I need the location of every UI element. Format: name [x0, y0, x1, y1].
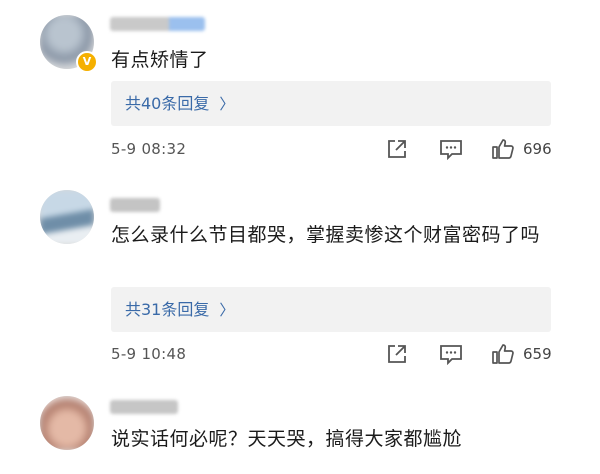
- chevron-right-icon: 〉: [219, 95, 235, 113]
- comment-item: 怎么录什么节目都哭，掌握卖惨这个财富密码了吗 共31条回复〉 5-9 10:48…: [0, 180, 600, 380]
- username[interactable]: [110, 400, 178, 414]
- comment-meta: 5-9 08:32 696: [111, 137, 552, 162]
- comment-text: 说实话何必呢？天天哭，搞得大家都尴尬: [111, 428, 463, 450]
- thumbs-up-icon[interactable]: [491, 342, 515, 366]
- like-count: 696: [523, 140, 552, 158]
- avatar[interactable]: [40, 396, 94, 450]
- comment-icon[interactable]: [439, 138, 463, 160]
- comment-text: 怎么录什么节目都哭，掌握卖惨这个财富密码了吗: [111, 224, 541, 246]
- username[interactable]: [110, 198, 160, 212]
- replies-label: 共31条回复: [125, 300, 210, 319]
- comment-text: 有点矫情了: [111, 49, 209, 71]
- avatar[interactable]: [40, 190, 94, 244]
- comment-meta: 5-9 10:48 659: [111, 342, 552, 367]
- username[interactable]: [110, 17, 205, 31]
- share-icon[interactable]: [386, 343, 408, 365]
- comment-item: V 有点矫情了 共40条回复〉 5-9 08:32 696: [0, 0, 600, 180]
- chevron-right-icon: 〉: [219, 301, 235, 319]
- view-replies-button[interactable]: 共31条回复〉: [111, 287, 551, 332]
- verified-badge-icon: V: [76, 51, 98, 73]
- comment-timestamp: 5-9 08:32: [111, 140, 187, 158]
- thumbs-up-icon[interactable]: [491, 137, 515, 161]
- replies-label: 共40条回复: [125, 94, 210, 113]
- comment-icon[interactable]: [439, 343, 463, 365]
- like-count: 659: [523, 345, 552, 363]
- view-replies-button[interactable]: 共40条回复〉: [111, 81, 551, 126]
- comment-timestamp: 5-9 10:48: [111, 345, 187, 363]
- comment-item: 说实话何必呢？天天哭，搞得大家都尴尬: [0, 380, 600, 474]
- share-icon[interactable]: [386, 138, 408, 160]
